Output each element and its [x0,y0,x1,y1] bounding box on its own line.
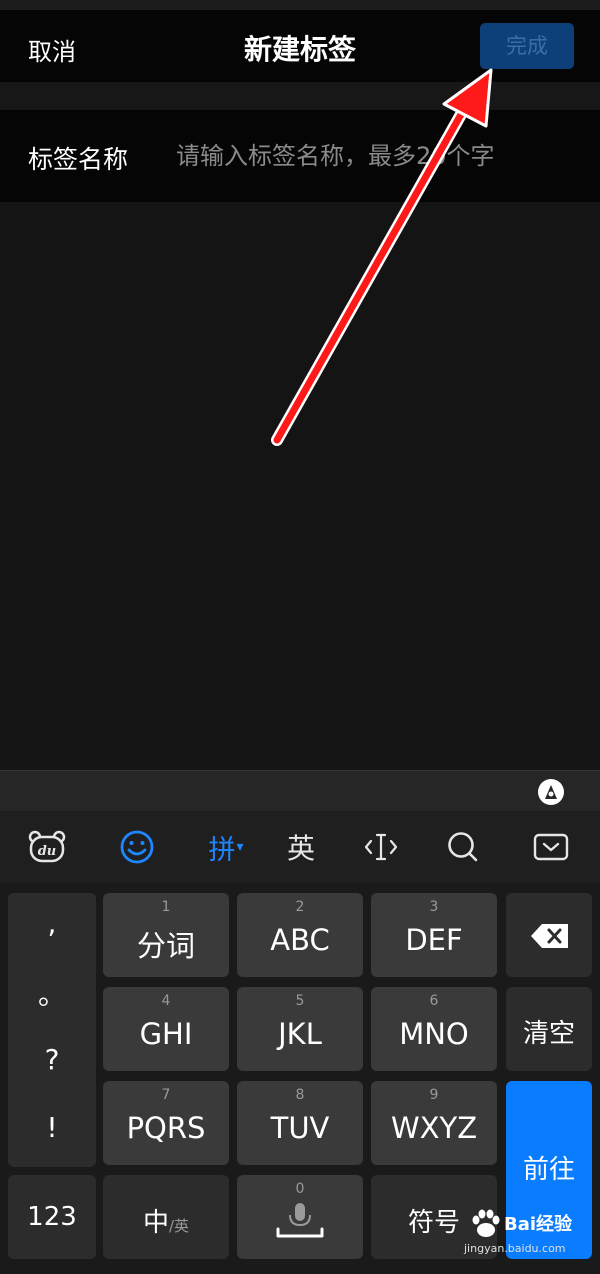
key-9[interactable]: 9 WXYZ [371,1081,497,1165]
page-title: 新建标签 [243,33,356,66]
numeric-key[interactable]: 123 [8,1175,96,1259]
punct-period[interactable]: 。 [8,973,96,1013]
cancel-button[interactable]: 取消 [28,32,76,67]
nav-bar: 取消 新建标签 完成 [0,10,600,82]
voice-assistant-icon[interactable] [536,777,566,807]
baidu-logo-icon[interactable]: du [22,825,72,869]
keyboard-assist-bar [0,770,600,811]
key-1[interactable]: 1 分词 [103,893,229,977]
punctuation-column[interactable]: , 。 ? ! [8,893,96,1167]
microphone-icon [276,1203,324,1238]
content-area [0,202,600,770]
punct-comma[interactable]: , [8,907,96,940]
go-key[interactable]: 前往 [506,1081,592,1259]
section-gap [0,82,600,110]
key-6[interactable]: 6 MNO [371,987,497,1071]
key-8[interactable]: 8 TUV [237,1081,363,1165]
key-4[interactable]: 4 GHI [103,987,229,1071]
punct-question[interactable]: ? [8,1043,96,1076]
emoji-icon[interactable] [112,825,162,869]
tag-name-input[interactable] [176,134,576,178]
svg-text:du: du [38,844,57,859]
language-switch-key[interactable]: 中/英 [103,1175,229,1259]
key-7[interactable]: 7 PQRS [103,1081,229,1165]
backspace-key[interactable] [506,893,592,977]
tag-name-row: 标签名称 [0,110,600,202]
search-icon[interactable] [438,825,488,869]
english-mode[interactable]: 英 [276,825,326,869]
status-strip [0,0,600,10]
punct-exclaim[interactable]: ! [8,1111,96,1144]
tag-name-label: 标签名称 [28,145,129,174]
pinyin-mode[interactable]: 拼 ▾ [198,825,254,869]
clear-key[interactable]: 清空 [506,987,592,1071]
done-button[interactable]: 完成 [480,23,574,69]
key-5[interactable]: 5 JKL [237,987,363,1071]
cursor-icon[interactable] [356,825,406,869]
backspace-icon [531,924,568,948]
key-3[interactable]: 3 DEF [371,893,497,977]
hide-keyboard-icon[interactable] [526,825,576,869]
symbol-key[interactable]: 符号 [371,1175,497,1259]
space-key[interactable]: 0 [237,1175,363,1259]
key-2[interactable]: 2 ABC [237,893,363,977]
keyboard-toolbar: du 拼 ▾ 英 [0,811,600,883]
